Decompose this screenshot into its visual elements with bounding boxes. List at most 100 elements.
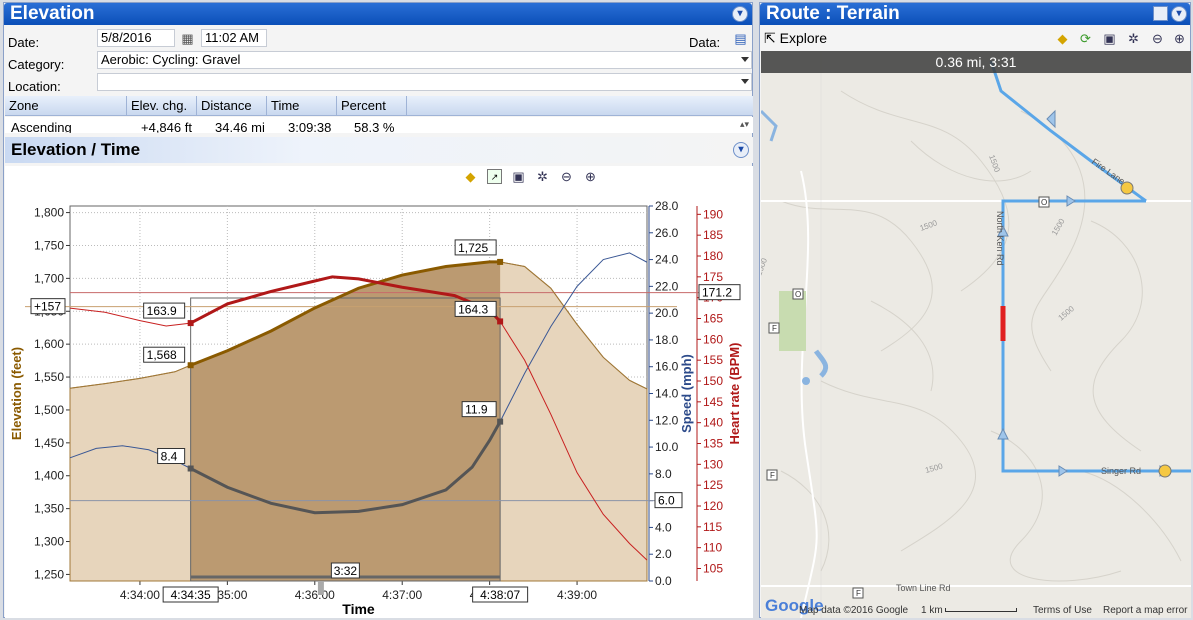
chevron-down-icon [741,79,749,84]
data-point-marker [187,465,194,472]
data-point-marker [497,318,504,325]
speed-tick-label: 2.0 [655,547,672,561]
hr-tick-label: 175 [703,270,723,284]
category-value: Aerobic: Cycling: Gravel [101,52,241,67]
contour-label: 1500 [987,154,1002,174]
location-select[interactable] [97,73,752,91]
refresh-icon[interactable]: ⟳ [1078,31,1093,46]
column-header-distance[interactable]: Distance [197,96,267,116]
layout-icon[interactable] [1153,6,1168,21]
x-tick-label: 4:34:00 [120,588,160,602]
elevation-axis-label: Elevation (feet) [9,347,24,440]
data-label: 8.4 [161,450,178,464]
hr-tick-label: 160 [703,332,723,346]
date-field[interactable]: 5/8/2016 [97,29,175,47]
speed-tick-label: 24.0 [655,253,679,267]
explore-label: Explore [779,30,828,46]
table-row[interactable]: Ascending +4,846 ft 34.46 mi 3:09:38 58.… [5,117,753,133]
hr-axis-label: Heart rate (BPM) [727,343,742,445]
zone-grid-header: Zone Elev. chg. Distance Time Percent [5,96,753,116]
elevation-tick-label: 1,400 [34,469,64,483]
elevation-panel-title: Elevation [10,3,95,24]
elevation-panel: Elevation ▾ Date: 5/8/2016 ▦ 11:02 AM Da… [3,2,753,618]
column-header-zone[interactable]: Zone [5,96,127,116]
road-label-singer: Singer Rd [1101,466,1141,476]
elev-chg-cell: +4,846 ft [141,120,192,133]
x-tick-label: 4:37:00 [382,588,422,602]
data-device-icon[interactable]: ▤ [733,31,748,46]
column-header-time[interactable]: Time [267,96,337,116]
percent-cell: 58.3 % [354,120,395,133]
data-label: 11.9 [465,403,488,417]
hr-tick-label: 135 [703,437,723,451]
data-point-marker [497,418,504,425]
terms-of-use-link[interactable]: Terms of Use [1033,605,1092,616]
hr-tick-label: 145 [703,395,723,409]
playhead-marker [317,581,324,595]
hr-tick-label: 110 [703,541,722,555]
speed-tick-label: 28.0 [655,199,679,213]
avg-label: 6.0 [658,494,675,508]
zoom-out-icon[interactable]: ⊖ [1150,31,1165,46]
elevation-panel-header: Elevation ▾ [4,3,752,25]
selection-start-label: 4:34:35 [171,588,211,602]
save-icon[interactable]: ▣ [1102,31,1117,46]
cursor-arrow-icon: ⇱ [764,30,776,46]
speed-tick-label: 4.0 [655,520,672,534]
collapse-chevron-icon[interactable]: ▾ [733,142,749,158]
map-canvas: Fire Lane North Ken Rd Singer Rd Town Li… [761,51,1191,618]
speed-tick-label: 14.0 [655,387,679,401]
hr-tick-label: 125 [703,478,723,492]
route-panel: Route : Terrain ▾ ⇱ Explore ◆ ⟳ ▣ ✲ ⊖ ⊕ [759,2,1191,618]
hr-tick-label: 185 [703,228,723,242]
terrain-map[interactable]: Fire Lane North Ken Rd Singer Rd Town Li… [761,51,1191,618]
calendar-icon[interactable]: ▦ [180,31,195,46]
elevation-tick-label: 1,500 [34,403,64,417]
data-point-marker [497,258,504,265]
map-marker-o: O [1041,198,1047,207]
map-marker-o: O [795,290,801,299]
hr-tick-label: 150 [703,374,723,388]
category-label: Category: [8,57,65,72]
time-field[interactable]: 11:02 AM [201,29,267,47]
chart-area: ◆ ↗ ▣ ✲ ⊖ ⊕ 1,8001,7501,7001,6501,6001,5… [5,166,753,618]
category-select[interactable]: Aerobic: Cycling: Gravel [97,51,752,69]
settings-icon[interactable]: ✲ [1126,31,1141,46]
time-cell: 3:09:38 [288,120,332,133]
elevation-time-chart[interactable]: 1,8001,7501,7001,6501,6001,5501,5001,450… [5,166,753,618]
map-scale-bar [945,608,1017,612]
data-point-marker [187,320,194,327]
collapse-chevron-icon[interactable]: ▾ [1171,6,1187,22]
report-map-error-link[interactable]: Report a map error [1103,605,1187,616]
column-header-percent[interactable]: Percent [337,96,407,116]
elevation-tick-label: 1,450 [34,436,64,450]
contour-label: 1500 [924,461,944,474]
map-marker-f: F [772,324,777,333]
x-axis-label: Time [342,601,375,617]
zone-cell: Ascending [11,120,72,133]
zoom-in-icon[interactable]: ⊕ [1172,31,1187,46]
x-tick-label: 4:39:00 [557,588,597,602]
x-tick-label: 4:36:00 [295,588,335,602]
contour-label: 1500 [761,256,769,276]
selection-end-label: 4:38:07 [480,588,520,602]
avg-label: +157 [34,300,61,314]
contour-label: 1500 [1057,304,1077,323]
collapse-chevron-icon[interactable]: ▾ [732,6,748,22]
explore-button[interactable]: ⇱ Explore [764,28,827,48]
speed-tick-label: 18.0 [655,333,679,347]
column-header-elev-chg[interactable]: Elev. chg. [127,96,197,116]
date-label: Date: [8,35,40,50]
elevation-tick-label: 1,750 [34,238,64,252]
map-selection-info: 0.36 mi, 3:31 [761,51,1191,73]
data-label: 163.9 [147,304,177,318]
speed-tick-label: 16.0 [655,360,679,374]
diamond-icon[interactable]: ◆ [1055,31,1070,46]
hr-tick-label: 130 [703,457,723,471]
elevation-tick-label: 1,600 [34,337,64,351]
hr-tick-label: 165 [703,312,723,326]
scrollbar-arrow-icon[interactable]: ▴▾ [740,119,749,130]
route-panel-title: Route : Terrain [766,3,900,24]
data-label: 164.3 [458,302,488,316]
road-label-fire-lane: Fire Lane [1090,156,1127,186]
